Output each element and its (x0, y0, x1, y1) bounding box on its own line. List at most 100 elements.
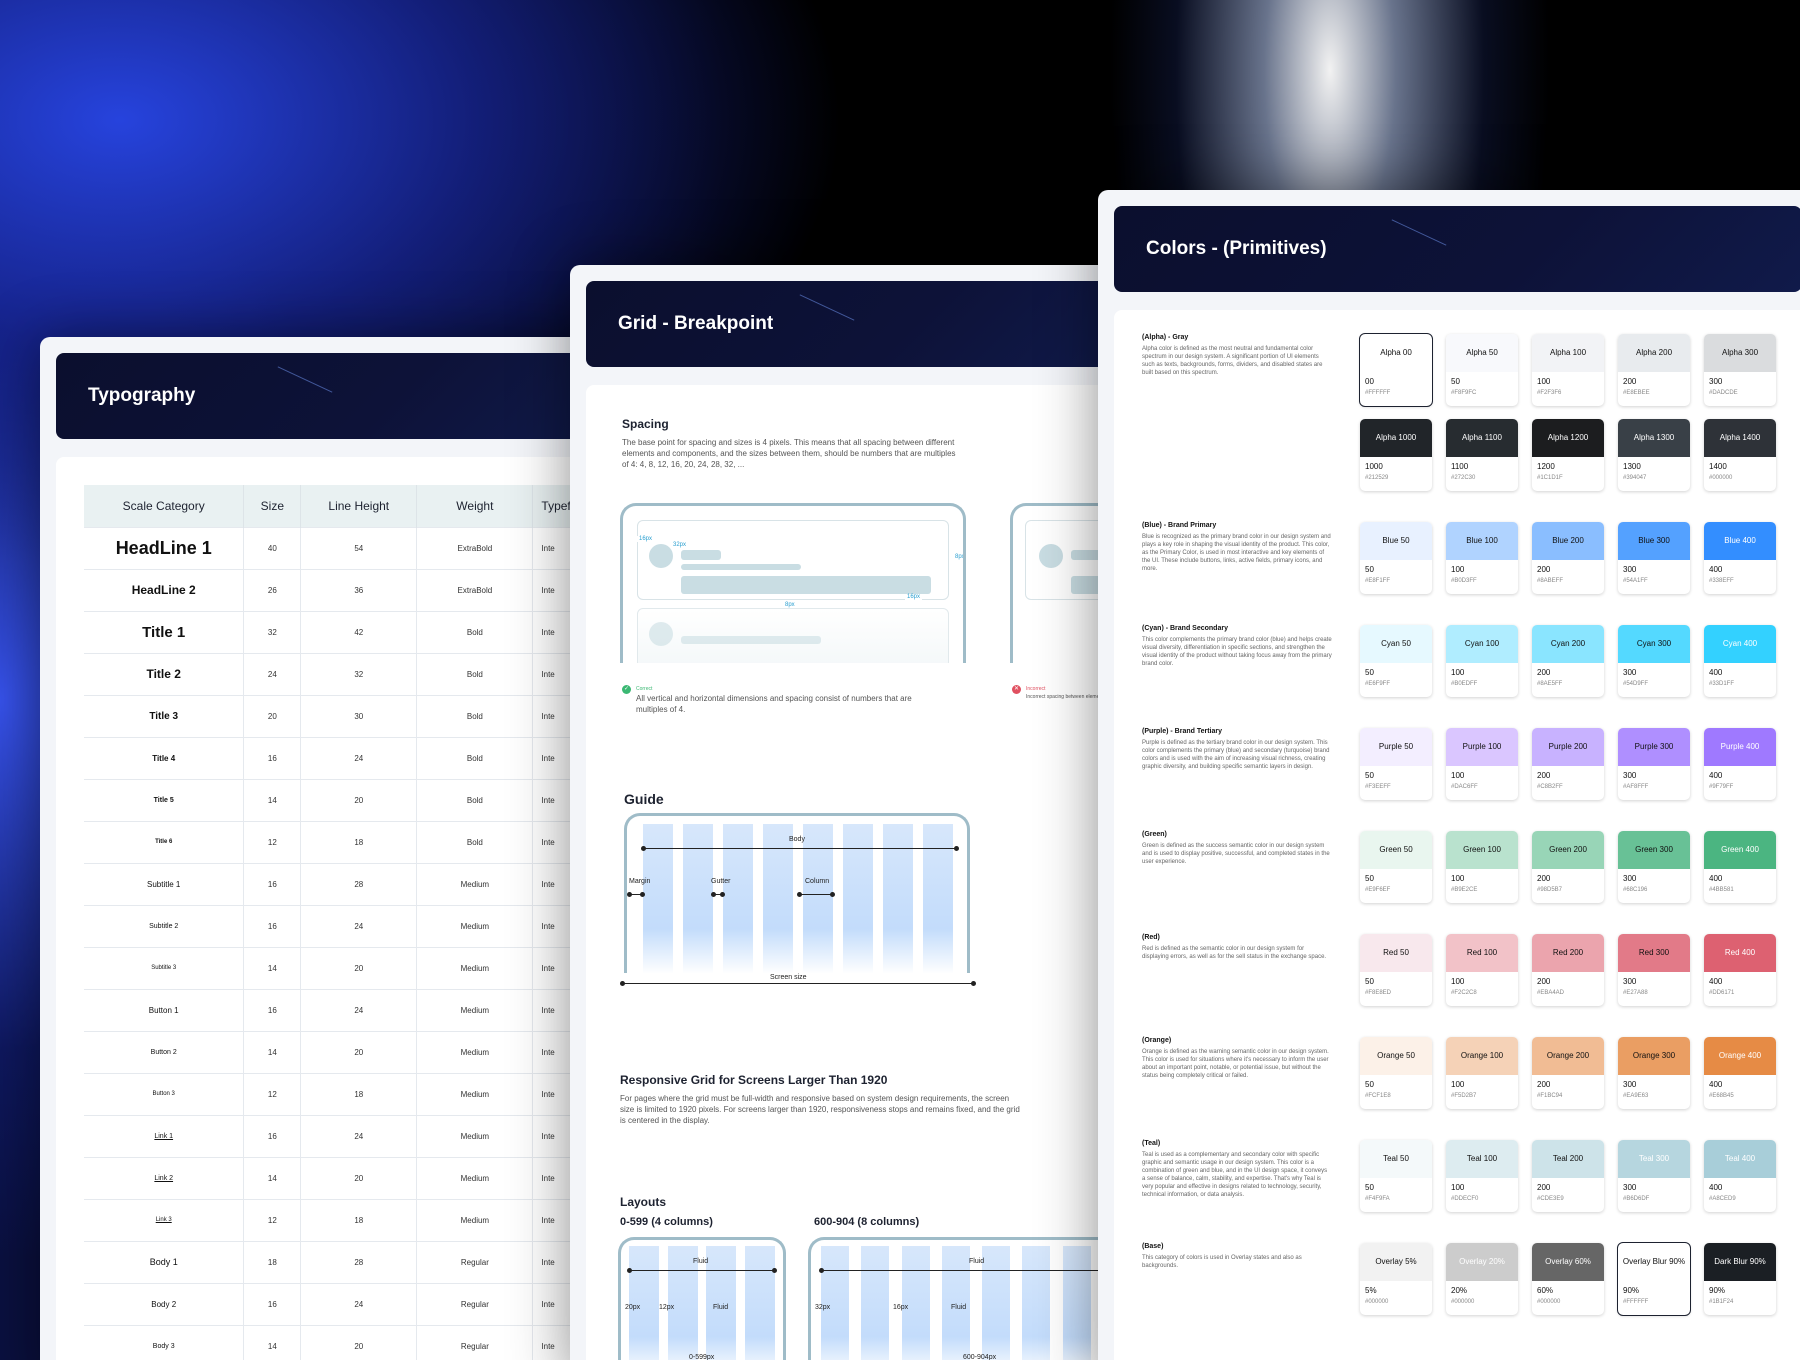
swatch-label: Red 100 (1446, 934, 1518, 972)
color-group-name: (Alpha) - Gray (1142, 334, 1189, 341)
color-swatch[interactable]: Teal 300 300 #B6D6DF (1618, 1140, 1690, 1212)
swatch-label: Green 300 (1618, 831, 1690, 869)
table-cell: 32 (300, 652, 418, 695)
table-row: HeadLine 2 26 36 ExtraBold Inte (84, 568, 604, 611)
color-swatch[interactable]: Overlay 20% 20% #000000 (1446, 1243, 1518, 1315)
color-swatch[interactable]: Alpha 50 50 #F8F9FC (1446, 334, 1518, 406)
swatch-label: Cyan 200 (1532, 625, 1604, 663)
swatch-hex: #8AE5FF (1537, 681, 1563, 687)
swatch-value: 200 (1537, 1080, 1551, 1089)
table-cell: 16 (243, 904, 302, 947)
table-row: Button 1 16 24 Medium Inte (84, 988, 604, 1031)
margin-label: 20px (625, 1304, 641, 1311)
color-swatch[interactable]: Red 300 300 #E27A88 (1618, 934, 1690, 1006)
color-swatch[interactable]: Orange 300 300 #EA9E63 (1618, 1037, 1690, 1109)
color-swatch[interactable]: Cyan 50 50 #E6F9FF (1360, 625, 1432, 697)
color-swatch[interactable]: Alpha 1200 1200 #1C1D1F (1532, 419, 1604, 491)
swatch-value: 200 (1537, 977, 1551, 986)
screen-size-label: Screen size (770, 974, 807, 981)
swatch-hex: #000000 (1709, 475, 1733, 481)
swatch-value: 300 (1623, 1183, 1637, 1192)
color-swatch[interactable]: Purple 400 400 #9F79FF (1704, 728, 1776, 800)
swatch-label: Cyan 400 (1704, 625, 1776, 663)
color-swatch[interactable]: Alpha 1100 1100 #272C30 (1446, 419, 1518, 491)
color-swatch[interactable]: Teal 100 100 #DDECF0 (1446, 1140, 1518, 1212)
color-swatch[interactable]: Cyan 400 400 #33D1FF (1704, 625, 1776, 697)
color-swatch[interactable]: Purple 300 300 #AF8FFF (1618, 728, 1690, 800)
color-swatch[interactable]: Cyan 200 200 #8AE5FF (1532, 625, 1604, 697)
color-swatch[interactable]: Overlay 60% 60% #000000 (1532, 1243, 1604, 1315)
color-swatch[interactable]: Alpha 1300 1300 #394047 (1618, 419, 1690, 491)
color-swatch[interactable]: Teal 50 50 #F4F9FA (1360, 1140, 1432, 1212)
swatch-label: Teal 400 (1704, 1140, 1776, 1178)
color-swatch[interactable]: Blue 300 300 #54A1FF (1618, 522, 1690, 594)
avatar-placeholder (649, 544, 673, 568)
color-swatch[interactable]: Alpha 200 200 #E8EBEE (1618, 334, 1690, 406)
color-swatch[interactable]: Blue 50 50 #E8F1FF (1360, 522, 1432, 594)
color-swatch[interactable]: Alpha 1000 1000 #212529 (1360, 419, 1432, 491)
swatch-label: Orange 100 (1446, 1037, 1518, 1075)
color-swatch[interactable]: Teal 200 200 #CDE3E9 (1532, 1140, 1604, 1212)
correct-text: All vertical and horizontal dimensions a… (636, 694, 912, 714)
swatch-hex: #CDE3E9 (1537, 1196, 1564, 1202)
swatch-value: 400 (1709, 1080, 1723, 1089)
layout-0-599-title: 0-599 (4 columns) (620, 1216, 713, 1228)
color-swatch[interactable]: Orange 200 200 #F1BC94 (1532, 1037, 1604, 1109)
swatch-hex: #272C30 (1451, 475, 1476, 481)
table-cell: 24 (300, 988, 418, 1031)
swatch-value: 100 (1451, 1080, 1465, 1089)
color-swatch[interactable]: Blue 200 200 #8ABEFF (1532, 522, 1604, 594)
column-header: Weight (416, 485, 534, 527)
grid-header: Grid - Breakpoint (586, 281, 1114, 367)
swatch-label: Alpha 300 (1704, 334, 1776, 372)
color-swatch[interactable]: Blue 100 100 #B0D3FF (1446, 522, 1518, 594)
color-swatch[interactable]: Red 400 400 #DD6171 (1704, 934, 1776, 1006)
color-swatch[interactable]: Red 200 200 #EBA4AD (1532, 934, 1604, 1006)
table-cell: 16 (243, 862, 302, 905)
swatch-value: 100 (1537, 377, 1551, 386)
swatch-value: 300 (1709, 377, 1723, 386)
color-swatch[interactable]: Alpha 100 100 #F2F3F6 (1532, 334, 1604, 406)
color-group-description: Alpha color is defined as the most neutr… (1142, 346, 1323, 376)
color-swatch[interactable]: Alpha 1400 1400 #000000 (1704, 419, 1776, 491)
color-swatch[interactable]: Cyan 300 300 #54D9FF (1618, 625, 1690, 697)
color-swatch[interactable]: Alpha 00 00 #FFFFFF (1359, 333, 1433, 407)
color-swatch[interactable]: Teal 400 400 #A8CED9 (1704, 1140, 1776, 1212)
swatch-hex: #A8CED9 (1709, 1196, 1736, 1202)
color-swatch[interactable]: Cyan 100 100 #B0EDFF (1446, 625, 1518, 697)
table-cell: Medium (416, 1198, 534, 1241)
color-swatch[interactable]: Orange 50 50 #FCF1E8 (1360, 1037, 1432, 1109)
scale-category-cell: Body 3 (84, 1324, 245, 1360)
table-cell: Medium (416, 1030, 534, 1073)
scale-category-cell: Title 1 (84, 610, 245, 653)
color-swatch[interactable]: Green 400 400 #4BB581 (1704, 831, 1776, 903)
color-swatch[interactable]: Purple 50 50 #F3EEFF (1360, 728, 1432, 800)
column-label: Fluid (951, 1304, 967, 1311)
color-swatch[interactable]: Orange 400 400 #E68B45 (1704, 1037, 1776, 1109)
swatch-hex: #FCF1E8 (1365, 1093, 1391, 1099)
color-swatch[interactable]: Red 100 100 #F2C2C8 (1446, 934, 1518, 1006)
table-row: Button 3 12 18 Medium Inte (84, 1072, 604, 1115)
color-group-name: (Base) (1142, 1243, 1164, 1250)
color-swatch[interactable]: Green 50 50 #E9F6EF (1360, 831, 1432, 903)
color-swatch[interactable]: Green 300 300 #68C196 (1618, 831, 1690, 903)
color-swatch[interactable]: Overlay Blur 90% 90% #FFFFFF (1617, 1242, 1691, 1316)
table-cell: 20 (300, 1156, 418, 1199)
color-swatch[interactable]: Blue 400 400 #338EFF (1704, 522, 1776, 594)
color-swatch[interactable]: Overlay 5% 5% #000000 (1360, 1243, 1432, 1315)
table-row: Title 6 12 18 Bold Inte (84, 820, 604, 863)
colors-body: (Alpha) - Gray Alpha color is defined as … (1114, 310, 1800, 1360)
swatch-label: Purple 50 (1360, 728, 1432, 766)
color-swatch[interactable]: Green 100 100 #B9E2CE (1446, 831, 1518, 903)
swatch-label: Blue 200 (1532, 522, 1604, 560)
color-swatch[interactable]: Red 50 50 #F8E8ED (1360, 934, 1432, 1006)
color-swatch[interactable]: Alpha 300 300 #DADCDE (1704, 334, 1776, 406)
color-swatch[interactable]: Green 200 200 #98D5B7 (1532, 831, 1604, 903)
scale-category-cell: Title 5 (84, 778, 245, 821)
table-cell: Medium (416, 904, 534, 947)
color-swatch[interactable]: Purple 100 100 #DAC6FF (1446, 728, 1518, 800)
table-cell: 20 (300, 1324, 418, 1360)
color-swatch[interactable]: Dark Blur 90% 90% #1B1F24 (1704, 1243, 1776, 1315)
color-swatch[interactable]: Purple 200 200 #C8B2FF (1532, 728, 1604, 800)
color-swatch[interactable]: Orange 100 100 #F5D2B7 (1446, 1037, 1518, 1109)
